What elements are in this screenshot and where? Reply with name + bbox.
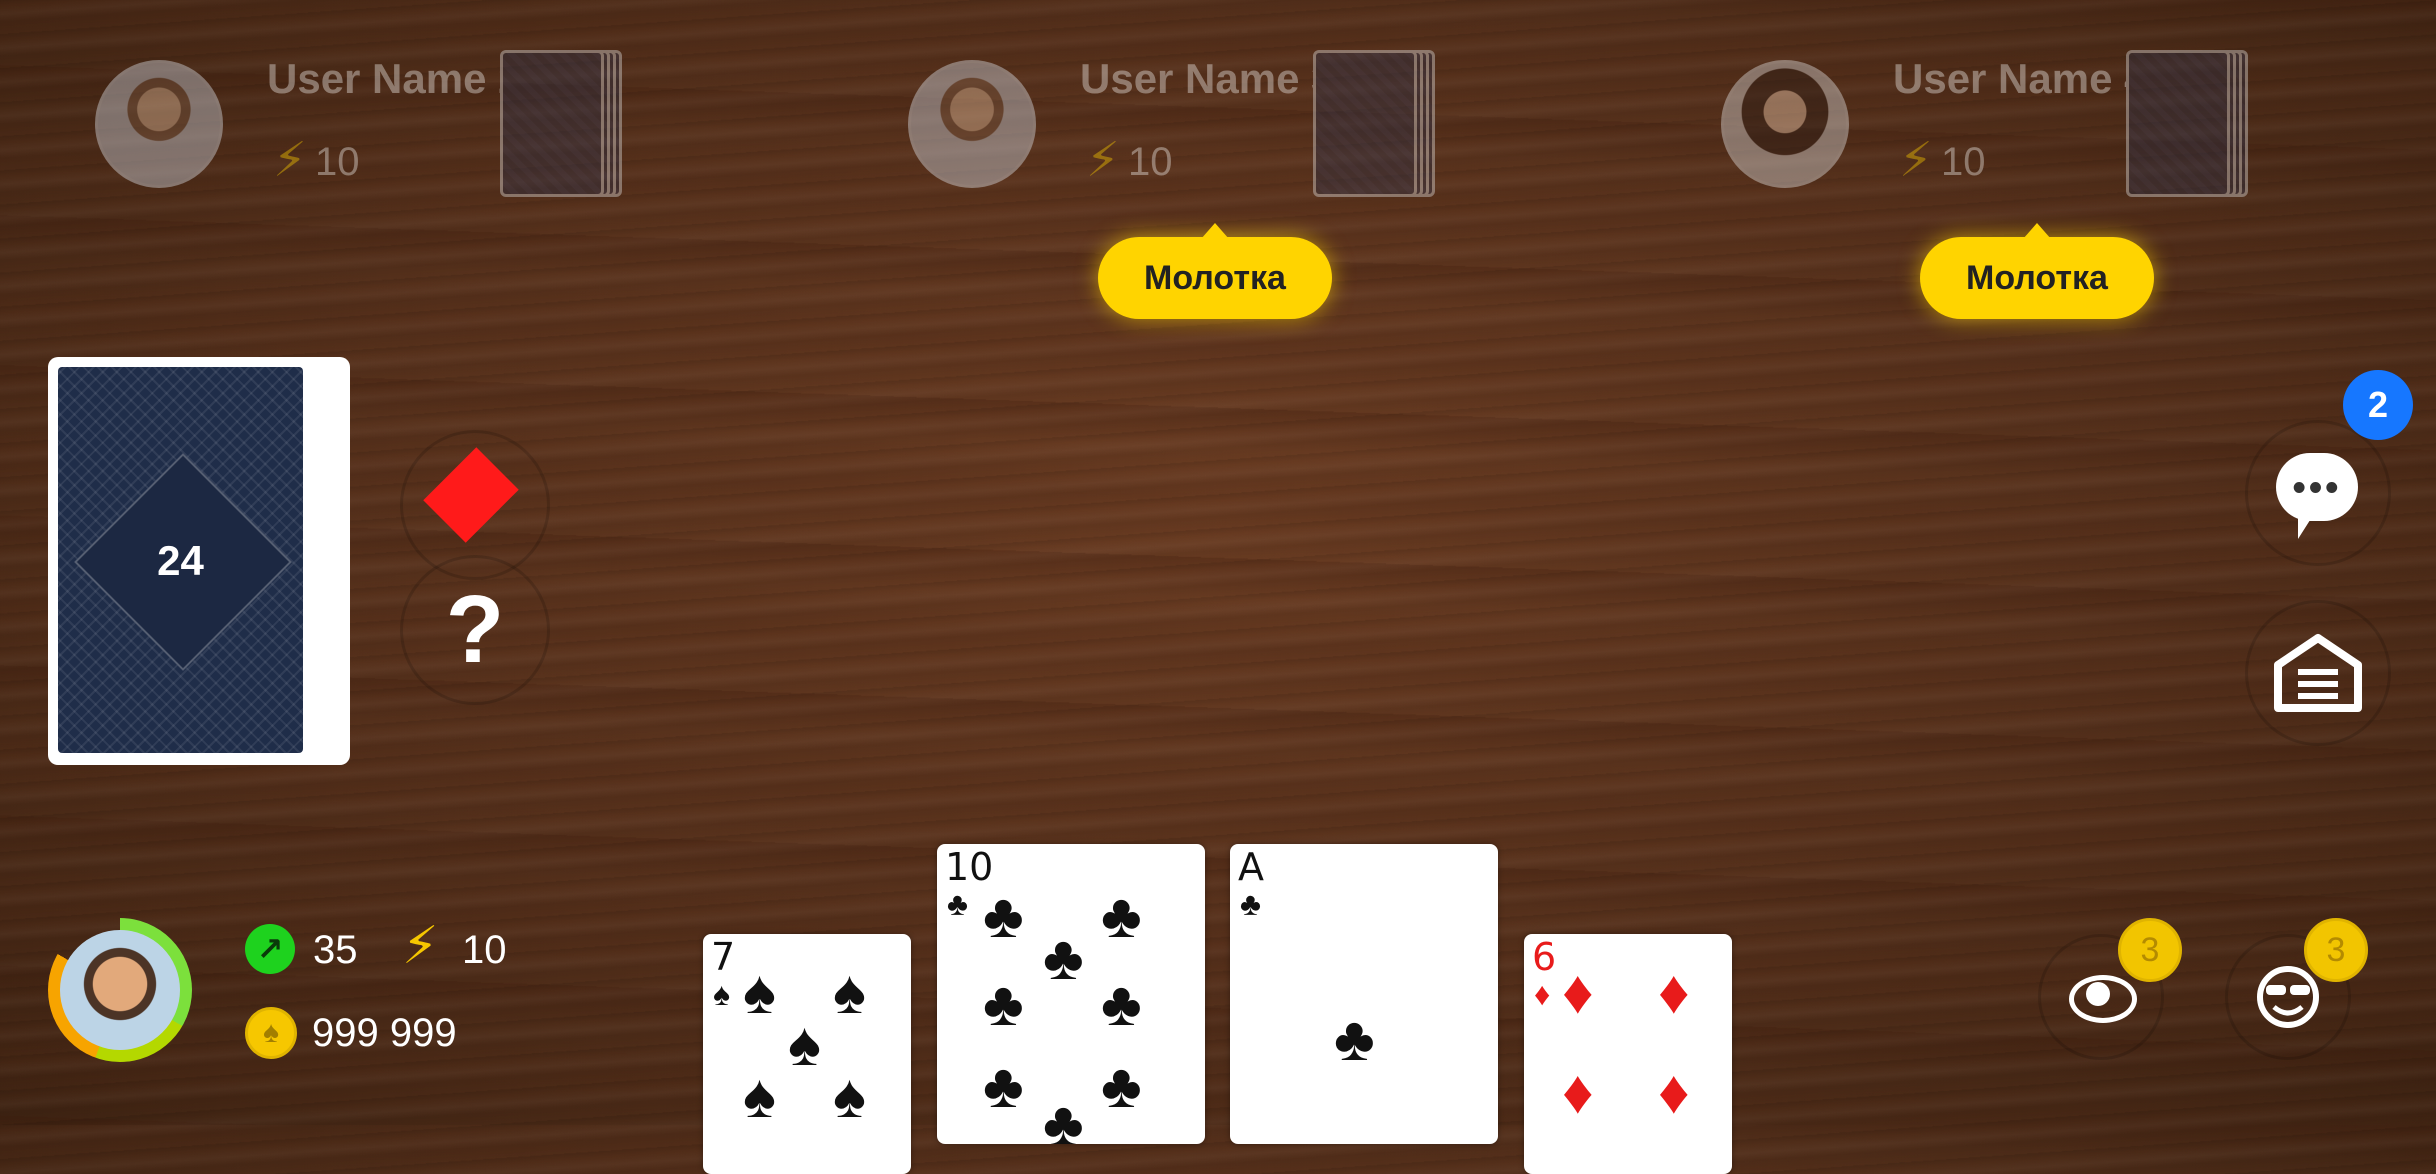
opponent-score: 10 (1941, 140, 1986, 184)
player-rank-up: 35 (313, 928, 358, 972)
chat-icon: ••• (2276, 453, 2358, 539)
diamond-pip: ♦ (1562, 1058, 1594, 1127)
club-pip: ♣ (1101, 882, 1142, 951)
lightning-icon: ⚡ (1899, 134, 1933, 187)
player-score: 10 (462, 928, 507, 972)
card-rank: A (1238, 845, 1264, 889)
emoji-count-badge: 3 (2304, 918, 2368, 982)
lightning-icon: ⚡ (273, 134, 307, 187)
opponent-score: 10 (315, 140, 360, 184)
spade-pip: ♠ (788, 1010, 821, 1079)
club-pip: ♣ (1043, 1090, 1084, 1145)
chat-button[interactable]: ••• (2245, 420, 2391, 566)
opponent-2[interactable]: User Name 2 ⚡ 10 (95, 45, 795, 205)
deck-count: 24 (157, 537, 204, 584)
card-suit: ♣ (1240, 886, 1261, 922)
opponent-name: User Name 4 (1893, 55, 2148, 102)
diamond-suit-icon (423, 447, 519, 543)
rank-up-icon: ↗ (245, 924, 295, 974)
club-pip: ♣ (1043, 924, 1084, 993)
diamond-pip: ♦ (1562, 958, 1594, 1027)
chat-unread-badge: 2 (2343, 370, 2413, 440)
card-rank: 6 (1532, 935, 1557, 979)
opponent-score: 10 (1128, 140, 1173, 184)
opponent-4-speech-bubble: Молотка (1920, 223, 2154, 319)
hand-card-ace-clubs[interactable]: A ♣ ♣ (1230, 844, 1498, 1144)
card-rank: 10 (945, 845, 994, 889)
club-pip: ♣ (1101, 1052, 1142, 1121)
hand-card-10-clubs[interactable]: 10 ♣ ♣ ♣ ♣ ♣ ♣ ♣ ♣ ♣ (937, 844, 1205, 1144)
club-pip: ♣ (1101, 970, 1142, 1039)
opponent-avatar (908, 60, 1036, 188)
opponent-hand-icon (1313, 50, 1435, 197)
lightning-icon: ⚡ (1086, 134, 1120, 187)
diamond-pip: ♦ (1658, 1058, 1690, 1127)
draw-deck[interactable]: 24 (48, 357, 350, 765)
opponent-3-speech-bubble: Молотка (1098, 223, 1332, 319)
menu-button[interactable] (2245, 600, 2391, 746)
card-rank: 7 (711, 935, 736, 979)
card-suit: ♦ (1534, 976, 1551, 1012)
opponent-avatar (1721, 60, 1849, 188)
lightning-icon: ⚡ (402, 917, 439, 975)
opponent-hand-icon (2126, 50, 2248, 197)
club-pip: ♣ (983, 970, 1024, 1039)
opponent-3[interactable]: User Name 3 ⚡ 10 (908, 45, 1608, 205)
club-pip: ♣ (1334, 1005, 1375, 1074)
home-menu-icon (2274, 634, 2362, 712)
spade-pip: ♠ (833, 958, 866, 1027)
coin-icon: ♠ (245, 1007, 297, 1059)
hand-card-7-spades[interactable]: 7 ♠ ♠ ♠ ♠ ♠ ♠ (703, 934, 911, 1174)
player-coins: 999 999 (312, 1011, 457, 1055)
club-pip: ♣ (983, 882, 1024, 951)
unknown-marker: ? (400, 555, 550, 705)
card-suit: ♣ (947, 886, 968, 922)
diamond-pip: ♦ (1658, 958, 1690, 1027)
card-suit: ♠ (713, 976, 730, 1012)
player-avatar[interactable] (48, 918, 192, 1062)
watch-count-badge: 3 (2118, 918, 2182, 982)
opponent-hand-icon (500, 50, 622, 197)
opponent-4[interactable]: User Name 4 ⚡ 10 (1721, 45, 2421, 205)
spade-pip: ♠ (743, 958, 776, 1027)
spade-pip: ♠ (833, 1062, 866, 1131)
card-back: 24 (58, 367, 303, 753)
opponent-name: User Name 2 (267, 55, 522, 102)
opponent-avatar (95, 60, 223, 188)
spade-pip: ♠ (743, 1062, 776, 1131)
hand-card-6-diamonds[interactable]: 6 ♦ ♦ ♦ ♦ ♦ (1524, 934, 1732, 1174)
opponent-name: User Name 3 (1080, 55, 1335, 102)
club-pip: ♣ (983, 1052, 1024, 1121)
